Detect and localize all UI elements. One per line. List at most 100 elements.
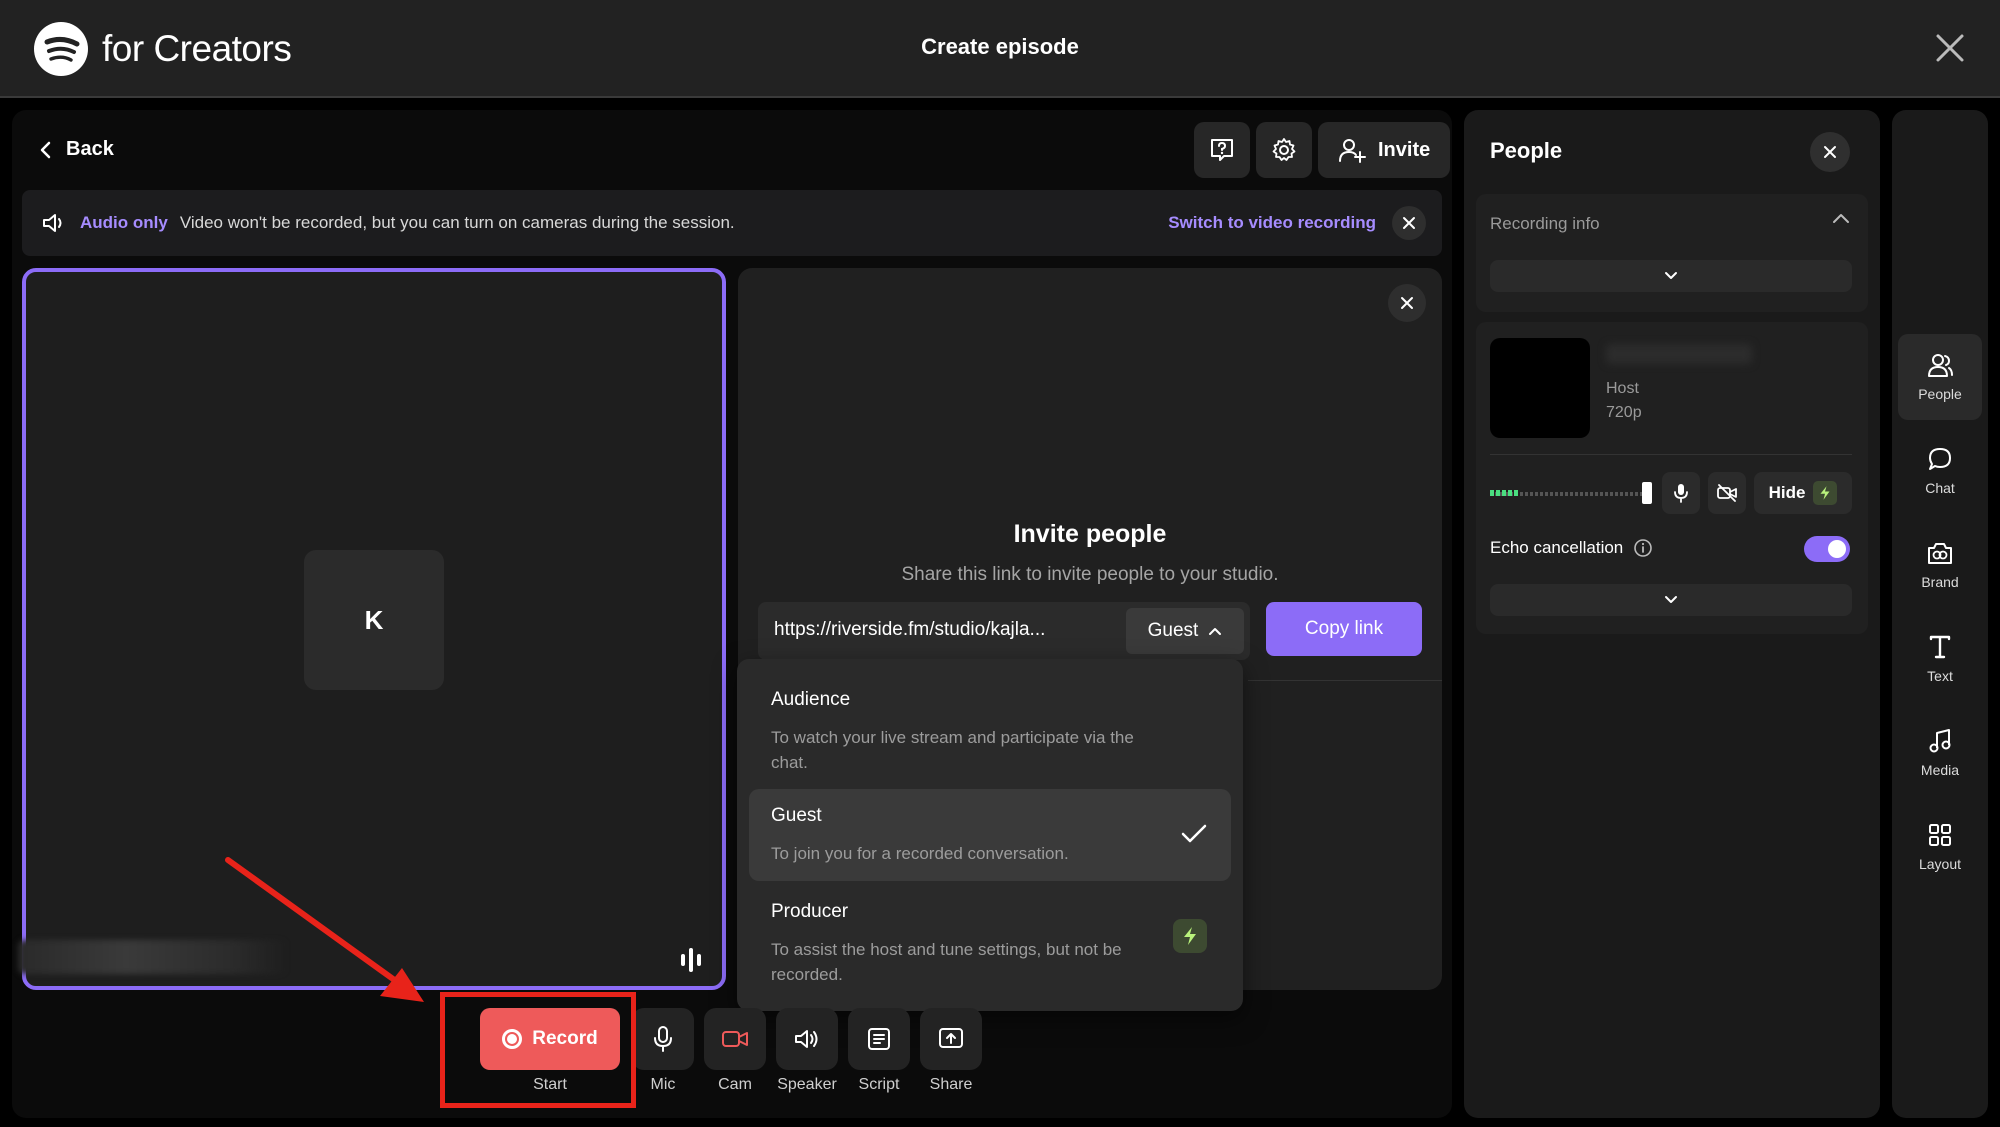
role-option-guest[interactable]: Guest To join you for a recorded convers… [749,789,1231,881]
close-icon [1824,146,1836,158]
close-icon [1936,34,1964,62]
invite-button[interactable]: Invite [1318,122,1451,178]
host-settings-expand[interactable] [1490,584,1852,616]
volume-slider-handle[interactable] [1642,482,1652,504]
lightning-icon [1184,927,1196,945]
host-role: Host [1606,380,1639,397]
chevron-up-icon[interactable] [1832,212,1850,224]
lightning-icon [1820,486,1830,500]
back-button[interactable]: Back [38,138,114,161]
right-rail: People Chat Brand Text Media Layout [1892,110,1988,1118]
chevron-down-icon [1665,596,1677,603]
divider [1248,680,1442,681]
script-icon [868,1028,890,1050]
invite-link-text: https://riverside.fm/studio/kajla... [774,619,1046,640]
volume-level [1490,490,1520,496]
host-video-thumbnail [1490,338,1590,438]
participant-name-redacted [18,940,288,974]
people-panel: People Recording info Host 720p Hide Ech… [1464,110,1880,1118]
rail-item-brand[interactable]: Brand [1898,522,1982,608]
avatar: K [304,550,444,690]
host-cam-off-button[interactable] [1708,472,1746,514]
recording-info-section: Recording info [1476,194,1868,312]
role-option-desc: To join you for a recorded conversation. [771,844,1069,863]
music-note-icon [1929,729,1951,753]
role-option-desc: To watch your live stream and participat… [771,728,1134,772]
chevron-up-icon [1209,628,1222,635]
microphone-icon [654,1026,672,1052]
divider [1490,454,1852,455]
rail-label: Chat [1925,480,1955,496]
checkmark-icon [1181,824,1207,843]
invite-subtitle: Share this link to invite people to your… [901,564,1279,585]
hide-label: Hide [1768,483,1806,502]
share-label: Share [929,1076,973,1093]
recording-info-expand[interactable] [1490,260,1852,292]
close-episode-button[interactable] [1932,30,1968,66]
role-option-title: Guest [771,805,822,826]
microphone-icon [1674,484,1688,503]
role-option-title: Producer [771,901,849,922]
close-icon [1401,297,1413,309]
chat-icon [1929,448,1951,470]
camera-icon [722,1031,748,1047]
rail-label: Text [1927,668,1953,684]
copy-link-button[interactable]: Copy link [1266,602,1422,656]
people-icon [1928,354,1953,377]
share-button[interactable] [920,1008,982,1070]
invite-label: Invite [1378,138,1431,161]
cam-button[interactable] [704,1008,766,1070]
people-panel-close-button[interactable] [1810,132,1850,172]
host-mic-button[interactable] [1662,472,1700,514]
brand-icon [1928,543,1952,564]
echo-cancellation-row: Echo cancellation [1490,538,1653,558]
script-button[interactable] [848,1008,910,1070]
help-button[interactable] [1194,122,1250,178]
settings-button[interactable] [1256,122,1312,178]
host-name-redacted [1606,344,1752,364]
role-option-desc: To assist the host and tune settings, bu… [771,940,1122,984]
hide-button[interactable]: Hide [1754,472,1852,514]
speaker-icon [795,1030,818,1048]
rail-label: Layout [1918,856,1962,872]
back-label: Back [66,138,114,160]
echo-cancellation-label: Echo cancellation [1490,538,1624,557]
info-icon[interactable] [1633,538,1653,558]
upgrade-badge [1173,919,1207,953]
audio-only-banner: Audio only Video won't be recorded, but … [22,190,1442,256]
rail-item-media[interactable]: Media [1898,710,1982,796]
speaker-button[interactable] [776,1008,838,1070]
gear-icon [1272,138,1296,161]
banner-close-button[interactable] [1392,206,1426,240]
rail-item-chat[interactable]: Chat [1898,428,1982,514]
text-icon [1929,635,1951,659]
role-option-producer[interactable]: Producer To assist the host and tune set… [749,885,1231,999]
role-select-value: Guest [1147,620,1199,641]
host-participant-card: Host 720p Hide Echo cancellation [1476,322,1868,634]
host-resolution: 720p [1606,404,1642,421]
close-icon [1403,217,1415,229]
audio-level-icon [681,948,701,972]
chevron-left-icon [40,141,51,158]
rail-label: Media [1920,762,1960,778]
recording-info-title: Recording info [1490,214,1600,233]
share-screen-icon [939,1028,963,1048]
add-user-icon [1339,139,1366,163]
echo-cancellation-toggle[interactable] [1804,536,1850,562]
audio-only-tag: Audio only [80,213,168,232]
page-title: Create episode [921,34,1079,59]
speaker-icon [43,214,62,232]
rail-item-people[interactable]: People [1898,334,1982,420]
rail-item-text[interactable]: Text [1898,616,1982,702]
switch-to-video-link[interactable]: Switch to video recording [1168,213,1376,233]
role-option-audience[interactable]: Audience To watch your live stream and p… [749,673,1231,779]
rail-item-layout[interactable]: Layout [1898,804,1982,890]
invite-link-field[interactable]: https://riverside.fm/studio/kajla... Gue… [758,602,1250,660]
help-chat-icon [1211,139,1233,161]
role-dropdown-menu: Audience To watch your live stream and p… [737,659,1243,1011]
people-panel-title: People [1490,138,1563,163]
mic-button[interactable] [632,1008,694,1070]
role-select[interactable]: Guest [1126,608,1244,654]
invite-panel-close-button[interactable] [1388,284,1426,322]
host-video-tile[interactable]: K [18,268,726,990]
